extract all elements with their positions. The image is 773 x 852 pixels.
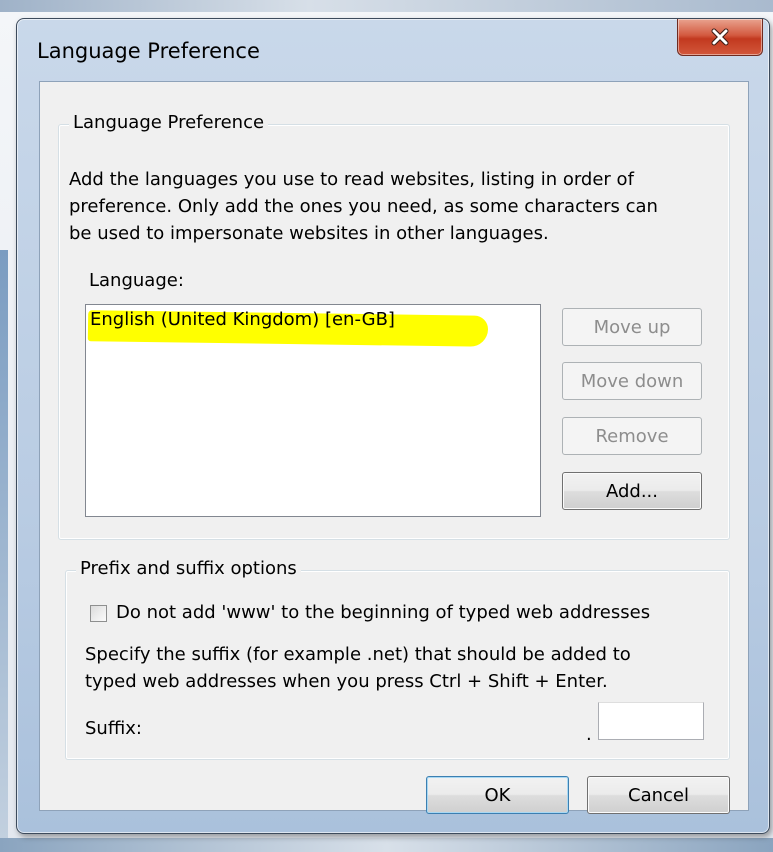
add-button[interactable]: Add... (562, 472, 702, 510)
no-www-checkbox[interactable] (90, 605, 107, 622)
background-window-strip (0, 0, 773, 12)
dialog-client-area: Language Preference Add the languages yo… (39, 81, 749, 814)
suffix-dot: . (586, 724, 592, 745)
ok-button[interactable]: OK (426, 776, 569, 814)
background-taskbar-strip (0, 838, 773, 852)
close-icon (711, 28, 729, 46)
description-line: preference. Only add the ones you need, … (69, 196, 658, 217)
language-list-item[interactable]: English (United Kingdom) [en-GB] (90, 309, 395, 330)
description-line: Add the languages you use to read websit… (69, 169, 634, 190)
suffix-label: Suffix: (85, 718, 142, 739)
move-down-button[interactable]: Move down (562, 362, 702, 400)
language-preference-legend: Language Preference (69, 112, 269, 133)
language-description: Add the languages you use to read websit… (69, 166, 729, 247)
title-bar[interactable]: Language Preference (17, 19, 769, 81)
no-www-checkbox-label[interactable]: Do not add 'www' to the beginning of typ… (116, 599, 650, 626)
description-line: be used to impersonate websites in other… (69, 223, 549, 244)
suffix-description-line: typed web addresses when you press Ctrl … (85, 671, 608, 692)
window-title: Language Preference (37, 39, 260, 63)
close-button[interactable] (677, 19, 763, 56)
language-preference-dialog: Language Preference Language Preference … (16, 18, 770, 834)
cancel-button[interactable]: Cancel (587, 776, 730, 814)
prefix-suffix-legend: Prefix and suffix options (76, 558, 301, 579)
suffix-input[interactable] (598, 702, 704, 740)
language-listbox[interactable]: English (United Kingdom) [en-GB] (85, 304, 541, 517)
suffix-description: Specify the suffix (for example .net) th… (85, 641, 725, 695)
background-window-edge (0, 250, 8, 840)
suffix-description-line: Specify the suffix (for example .net) th… (85, 644, 631, 665)
move-up-button[interactable]: Move up (562, 308, 702, 346)
remove-button[interactable]: Remove (562, 417, 702, 455)
language-list-label: Language: (89, 270, 184, 291)
